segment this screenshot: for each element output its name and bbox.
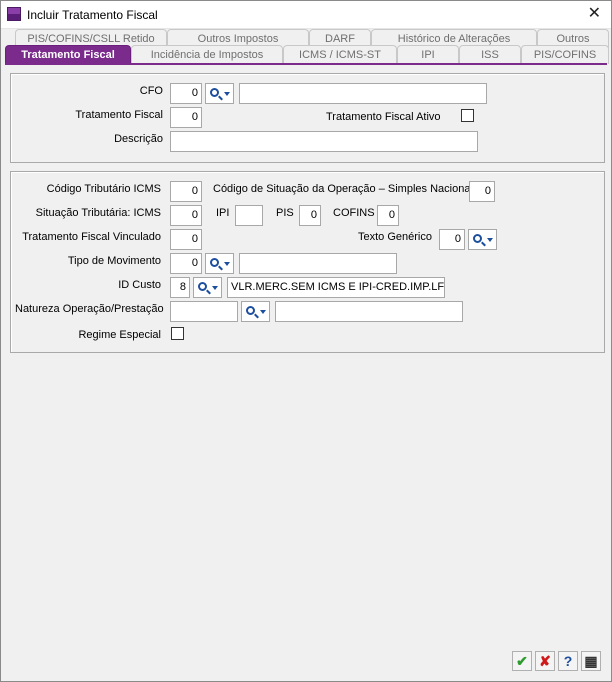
descricao-label: Descrição <box>114 133 163 145</box>
csosn-label: Código de Situação da Operação – Simples… <box>213 183 473 195</box>
id-custo-lookup-button[interactable] <box>193 277 222 298</box>
sit-trib-icms-label: Situação Tributária: ICMS <box>35 207 161 219</box>
id-custo-field[interactable]: 8 <box>170 277 190 298</box>
natureza-operacao-field[interactable] <box>170 301 238 322</box>
tab-underline <box>5 63 607 65</box>
cancel-button[interactable]: ✘ <box>535 651 555 671</box>
search-icon <box>246 306 255 315</box>
pis-field[interactable]: 0 <box>299 205 321 226</box>
search-icon <box>198 282 207 291</box>
chevron-down-icon <box>487 238 493 242</box>
texto-generico-lookup-button[interactable] <box>468 229 497 250</box>
ipi-field[interactable] <box>235 205 263 226</box>
cod-trib-icms-label: Código Tributário ICMS <box>46 183 161 195</box>
tipo-movimento-field[interactable]: 0 <box>170 253 202 274</box>
natureza-operacao-description-field[interactable] <box>275 301 463 322</box>
regime-especial-label: Regime Especial <box>78 329 161 341</box>
cfo-description-field[interactable] <box>239 83 487 104</box>
tipo-movimento-description-field[interactable] <box>239 253 397 274</box>
chevron-down-icon <box>224 262 230 266</box>
tab-tratamento-fiscal[interactable]: Tratamento Fiscal <box>5 45 131 64</box>
tab-iss[interactable]: ISS <box>459 45 521 64</box>
pis-label: PIS <box>276 207 294 219</box>
cofins-label: COFINS <box>333 207 375 219</box>
natureza-operacao-lookup-button[interactable] <box>241 301 270 322</box>
tratamento-fiscal-label: Tratamento Fiscal <box>75 109 163 121</box>
texto-generico-field[interactable]: 0 <box>439 229 465 250</box>
cfo-label: CFO <box>139 85 163 97</box>
tab-incidencia-impostos[interactable]: Incidência de Impostos <box>131 45 283 64</box>
trat-vinculado-field[interactable]: 0 <box>170 229 202 250</box>
search-icon <box>473 234 482 243</box>
cfo-field[interactable]: 0 <box>170 83 202 104</box>
csosn-field[interactable]: 0 <box>469 181 495 202</box>
cofins-field[interactable]: 0 <box>377 205 399 226</box>
tratamento-ativo-label: Tratamento Fiscal Ativo <box>326 111 441 123</box>
tab-pis-cofins[interactable]: PIS/COFINS <box>521 45 609 64</box>
cod-trib-icms-field[interactable]: 0 <box>170 181 202 202</box>
ok-button[interactable]: ✔ <box>512 651 532 671</box>
trat-vinculado-label: Tratamento Fiscal Vinculado <box>22 231 161 243</box>
tratamento-ativo-checkbox[interactable] <box>461 109 474 122</box>
regime-especial-checkbox[interactable] <box>171 327 184 340</box>
tab-row-front: Tratamento Fiscal Incidência de Impostos… <box>1 45 612 64</box>
descricao-field[interactable] <box>170 131 478 152</box>
dialog-window: Incluir Tratamento Fiscal ✕ PIS/COFINS/C… <box>0 0 612 682</box>
id-custo-label: ID Custo <box>118 279 161 291</box>
tratamento-fiscal-field[interactable]: 0 <box>170 107 202 128</box>
sit-trib-icms-field[interactable]: 0 <box>170 205 202 226</box>
tab-icms-icms-st[interactable]: ICMS / ICMS-ST <box>283 45 397 64</box>
chevron-down-icon <box>260 310 266 314</box>
chevron-down-icon <box>224 92 230 96</box>
close-icon[interactable]: ✕ <box>588 5 601 23</box>
tipo-movimento-label: Tipo de Movimento <box>67 255 161 267</box>
texto-generico-label: Texto Genérico <box>358 231 432 243</box>
tab-ipi[interactable]: IPI <box>397 45 459 64</box>
natureza-operacao-label: Natureza Operação/Prestação <box>15 303 164 315</box>
search-icon <box>210 258 219 267</box>
calculator-button[interactable]: ▦ <box>581 651 601 671</box>
tipo-movimento-lookup-button[interactable] <box>205 253 234 274</box>
ipi-label: IPI <box>216 207 230 219</box>
help-button[interactable]: ? <box>558 651 578 671</box>
app-icon <box>7 7 21 21</box>
search-icon <box>210 88 219 97</box>
chevron-down-icon <box>212 286 218 290</box>
id-custo-description-field[interactable]: VLR.MERC.SEM ICMS E IPI-CRED.IMP.LF <box>227 277 445 298</box>
window-title: Incluir Tratamento Fiscal <box>27 8 158 22</box>
title-bar: Incluir Tratamento Fiscal ✕ <box>1 1 611 29</box>
cfo-lookup-button[interactable] <box>205 83 234 104</box>
